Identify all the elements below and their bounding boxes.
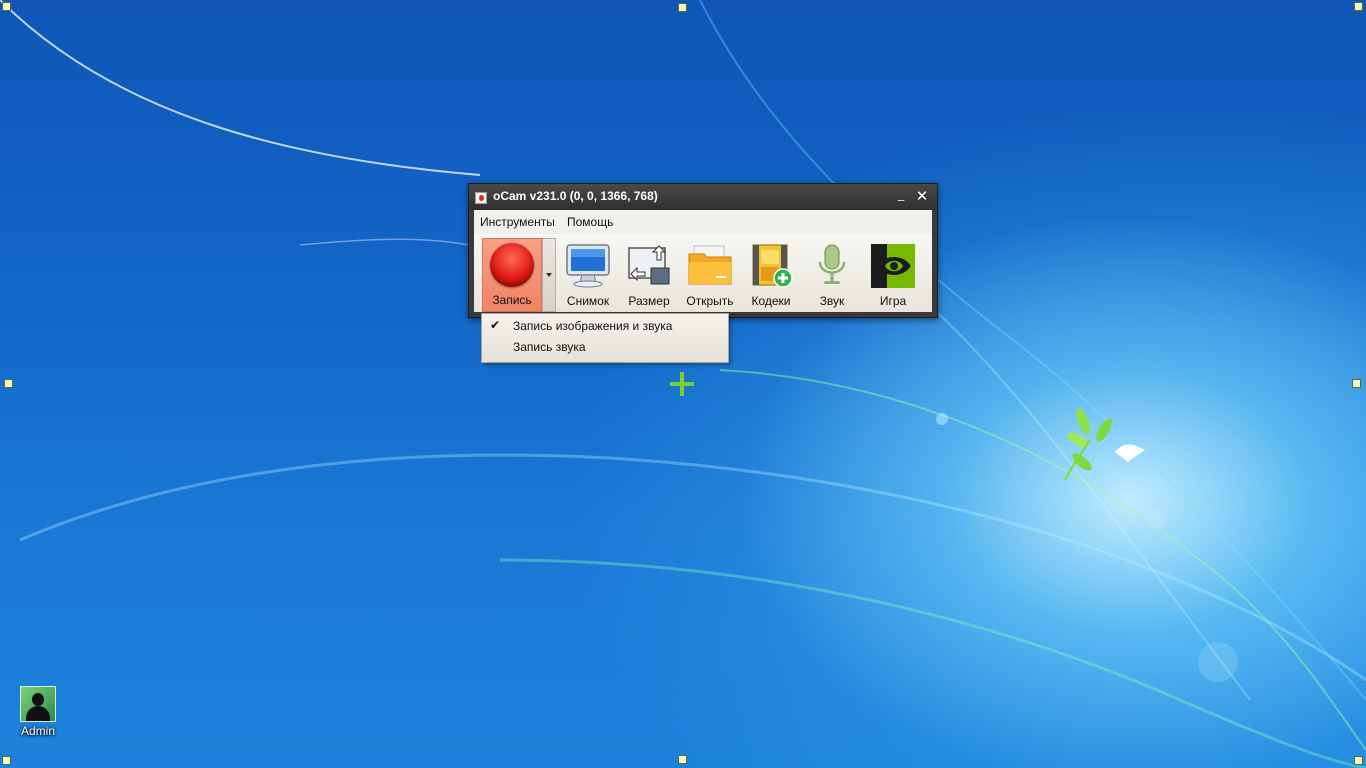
wallpaper-swoosh (299, 238, 471, 246)
record-label: Запись (492, 293, 532, 307)
selection-handle-left[interactable] (4, 379, 13, 388)
ocam-app-icon (475, 192, 487, 204)
desktop: Admin oCam v231.0 (0, 0, 1366, 768) _ ✕ … (0, 0, 1366, 768)
selection-handle-right[interactable] (1352, 379, 1361, 388)
record-mode-menu: ✔ Запись изображения и звука Запись звук… (481, 313, 729, 363)
sound-label: Звук (819, 294, 845, 308)
codecs-button[interactable]: Кодеки (742, 238, 800, 312)
menu-bar: Инструменты Помощь (474, 210, 932, 234)
screenshot-label: Снимок (566, 294, 610, 308)
window-title: oCam v231.0 (0, 0, 1366, 768) (493, 189, 658, 203)
menu-item-label: Запись изображения и звука (513, 319, 673, 333)
selection-handle-bottom-left[interactable] (2, 756, 11, 765)
chevron-down-icon (546, 273, 552, 277)
codecs-label: Кодеки (751, 294, 791, 308)
wallpaper-bokeh (1198, 642, 1238, 682)
wallpaper-swoosh (0, 0, 481, 176)
record-dropdown-button[interactable] (542, 238, 556, 312)
record-icon (490, 243, 534, 287)
wallpaper-swoosh (19, 453, 1366, 682)
open-label: Открыть (686, 294, 734, 308)
wallpaper-bokeh (1145, 508, 1165, 528)
wallpaper-leaves (1064, 407, 1112, 481)
title-bar[interactable]: oCam v231.0 (0, 0, 1366, 768) _ ✕ (469, 184, 937, 210)
record-button[interactable]: Запись (482, 238, 542, 312)
monitor-icon (566, 244, 610, 288)
game-label: Игра (879, 294, 907, 308)
close-button[interactable]: ✕ (913, 187, 931, 205)
wallpaper-swoosh (699, 0, 1366, 701)
desktop-icon-label: Admin (20, 724, 55, 738)
nvidia-game-icon (871, 244, 915, 288)
game-button[interactable]: Игра (864, 238, 922, 312)
window-client-area: Инструменты Помощь Запись Снимок Размер … (474, 210, 932, 312)
screenshot-button[interactable]: Снимок (559, 238, 617, 312)
checkmark-icon: ✔ (490, 318, 501, 332)
move-crosshair-icon[interactable] (670, 372, 694, 396)
ocam-window: oCam v231.0 (0, 0, 1366, 768) _ ✕ Инстру… (468, 183, 938, 318)
selection-handle-bottom-right[interactable] (1354, 756, 1363, 765)
menu-item-label: Запись звука (513, 340, 586, 354)
selection-handle-top[interactable] (678, 3, 687, 12)
selection-handle-bottom[interactable] (678, 755, 687, 764)
wallpaper-bokeh (936, 413, 948, 425)
resize-icon (628, 245, 670, 285)
menu-tools[interactable]: Инструменты (480, 215, 555, 229)
sound-button[interactable]: Звук (803, 238, 861, 312)
selection-handle-top-left[interactable] (2, 2, 11, 11)
wallpaper-swoosh (719, 369, 1366, 751)
toolbar: Запись Снимок Размер Открыть Кодеки Звук… (474, 234, 932, 312)
open-button[interactable]: Открыть (681, 238, 739, 312)
desktop-icon-admin[interactable]: Admin (12, 686, 64, 738)
resize-button[interactable]: Размер (620, 238, 678, 312)
wallpaper-swoosh (899, 279, 1251, 701)
user-account-icon (20, 686, 56, 722)
menu-help[interactable]: Помощь (567, 215, 613, 229)
codec-film-icon (752, 244, 793, 288)
selection-handle-top-right[interactable] (1354, 2, 1363, 11)
menu-item-record-video-audio[interactable]: ✔ Запись изображения и звука (482, 315, 728, 336)
menu-item-record-audio[interactable]: Запись звука (482, 336, 728, 357)
folder-icon (688, 245, 732, 285)
microphone-icon (818, 244, 846, 284)
minimize-button[interactable]: _ (893, 188, 909, 204)
resize-label: Размер (628, 294, 670, 308)
